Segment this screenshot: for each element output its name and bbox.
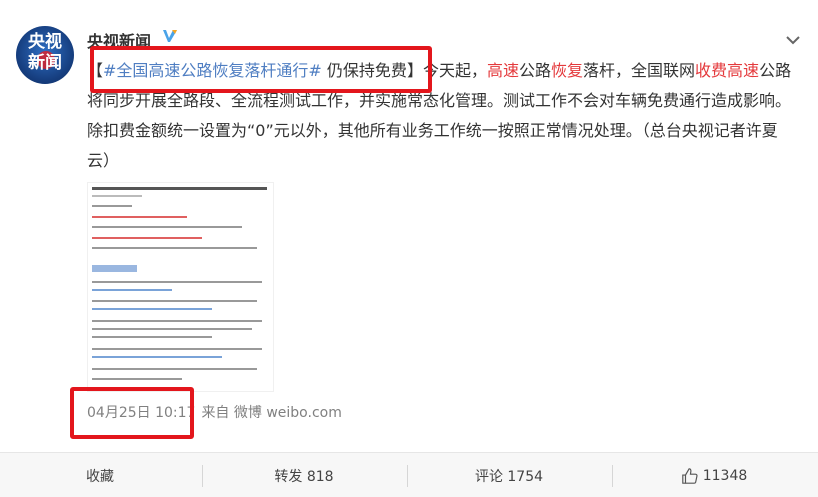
image-line xyxy=(92,289,172,291)
body-part: 公路 xyxy=(518,61,551,80)
repost-button[interactable]: 转发 818 xyxy=(204,453,404,497)
keyword-highway: 高速 xyxy=(486,61,519,80)
comment-button[interactable]: 评论 1754 xyxy=(409,453,609,497)
post-image[interactable] xyxy=(87,182,274,392)
keyword-toll: 收费 xyxy=(695,61,728,80)
image-line xyxy=(92,281,262,283)
like-button[interactable]: 11348 xyxy=(614,453,814,497)
avatar-line-1: 央视 xyxy=(28,32,62,52)
divider xyxy=(612,465,613,487)
image-line xyxy=(92,356,222,358)
like-count: 11348 xyxy=(702,467,748,484)
image-line xyxy=(92,328,252,330)
image-line xyxy=(92,336,212,338)
favorite-label: 收藏 xyxy=(86,468,114,485)
weibo-post-card: 央视 新闻 央视新闻 【#全国高速公路恢复落杆通行# 仍保持免费】今天起，高速公… xyxy=(0,0,818,455)
image-line xyxy=(92,216,187,218)
favorite-button[interactable]: 收藏 xyxy=(0,453,200,497)
action-bar: 收藏 转发 818 评论 1754 11348 xyxy=(0,452,818,497)
image-line xyxy=(92,300,257,302)
highlight-box-headline xyxy=(90,46,432,93)
thumbs-up-icon xyxy=(681,467,698,484)
verified-icon xyxy=(163,30,177,42)
image-line xyxy=(92,368,257,370)
highlight-box-time xyxy=(70,387,194,439)
post-source[interactable]: 来自 微博 weibo.com xyxy=(201,405,341,421)
image-line xyxy=(92,247,257,249)
body-part: 今天起， xyxy=(422,61,487,80)
chevron-down-icon[interactable] xyxy=(783,30,803,50)
avatar[interactable]: 央视 新闻 xyxy=(16,26,74,84)
avatar-line-2: 新闻 xyxy=(28,53,62,73)
keyword-highway-2: 高速 xyxy=(727,61,760,80)
divider xyxy=(202,465,203,487)
image-line xyxy=(92,378,182,380)
image-line xyxy=(92,226,242,228)
keyword-restore: 恢复 xyxy=(551,61,584,80)
image-line xyxy=(92,348,262,350)
image-line xyxy=(92,237,202,239)
comment-label: 评论 1754 xyxy=(474,468,544,485)
image-line xyxy=(92,195,142,197)
divider xyxy=(407,465,408,487)
body-part: 落杆，全国联网 xyxy=(583,61,696,80)
image-line xyxy=(92,308,212,310)
image-line xyxy=(92,320,262,322)
image-line xyxy=(92,265,137,272)
image-line xyxy=(92,187,267,190)
avatar-logo-text: 央视 新闻 xyxy=(16,32,74,74)
image-line xyxy=(92,205,132,207)
repost-label: 转发 818 xyxy=(274,468,334,485)
